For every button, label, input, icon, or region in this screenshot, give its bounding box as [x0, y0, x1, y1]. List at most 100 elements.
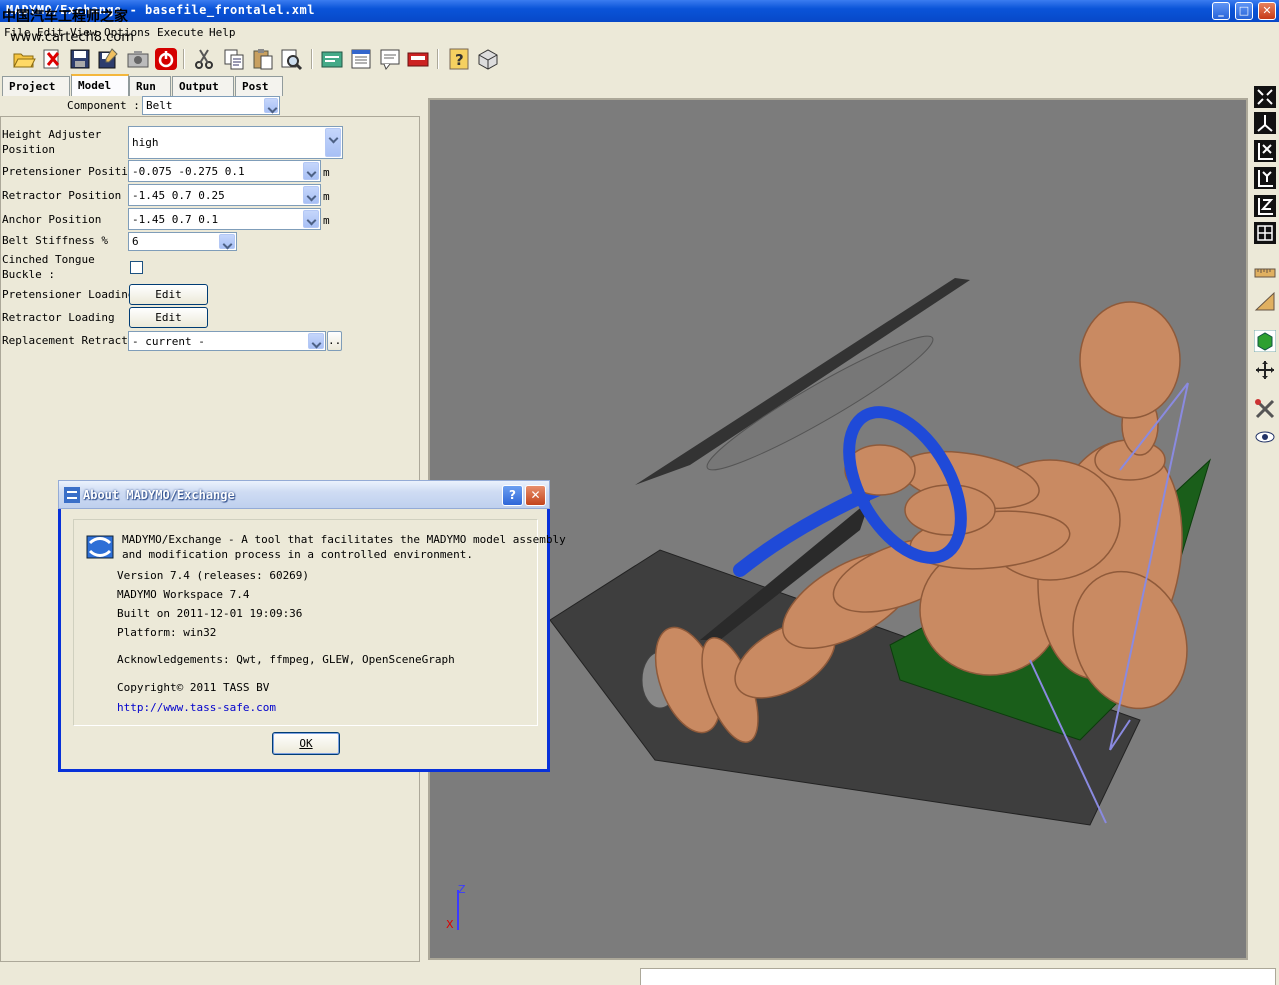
- chevron-down-icon: [308, 333, 324, 349]
- pretensioner-position-input[interactable]: -0.075 -0.275 0.1: [128, 160, 321, 182]
- menu-bar: File Edit View Options Execute Help www.…: [0, 22, 1279, 45]
- belt-stiffness-select[interactable]: 6: [128, 232, 237, 251]
- ruler-icon[interactable]: [1254, 262, 1276, 284]
- power-icon[interactable]: [154, 47, 178, 71]
- move-icon[interactable]: [1254, 359, 1276, 381]
- about-copyright: Copyright© 2011 TASS BV: [117, 681, 270, 694]
- close-button[interactable]: ✕: [1258, 2, 1276, 20]
- svg-text:?: ?: [455, 51, 464, 69]
- camera-icon[interactable]: [126, 47, 150, 71]
- tab-project[interactable]: Project: [2, 76, 70, 96]
- close-dialog-button[interactable]: ✕: [525, 485, 546, 506]
- about-workspace: MADYMO Workspace 7.4: [117, 588, 250, 601]
- save-icon[interactable]: [68, 47, 92, 71]
- status-bar: [640, 968, 1276, 985]
- menu-help[interactable]: Help: [209, 26, 236, 39]
- axes-icon[interactable]: [1254, 112, 1276, 134]
- view-x-icon[interactable]: [1254, 140, 1276, 162]
- about-dialog-titlebar[interactable]: About MADYMO/Exchange ? ✕: [58, 480, 550, 509]
- toolbar-separator: [311, 49, 313, 69]
- view-toolbar: [1252, 74, 1279, 474]
- cinched-tongue-label: Cinched Tongue Buckle :: [2, 253, 95, 281]
- unit-label: m: [323, 214, 330, 227]
- component-value: Belt: [146, 99, 173, 112]
- title-bar: MADYMO/Exchange - basefile_frontalel.xml…: [0, 0, 1279, 25]
- cut-icon[interactable]: [192, 47, 216, 71]
- anchor-position-value: -1.45 0.7 0.1: [132, 213, 219, 226]
- tab-model[interactable]: Model: [71, 74, 129, 97]
- record-icon[interactable]: [406, 47, 430, 71]
- message-icon[interactable]: [378, 47, 402, 71]
- chevron-down-icon: [303, 186, 319, 204]
- chevron-down-icon: [325, 128, 341, 157]
- help-button[interactable]: ?: [502, 485, 523, 506]
- about-version: Version 7.4 (releases: 60269): [117, 569, 310, 582]
- pretensioner-position-label: Pretensioner Position: [2, 165, 142, 178]
- retractor-position-label: Retractor Position: [2, 189, 122, 202]
- pretensioner-loading-label: Pretensioner Loading: [2, 288, 135, 301]
- height-adjuster-select[interactable]: high: [128, 126, 343, 159]
- cinched-tongue-checkbox[interactable]: [130, 261, 143, 274]
- menu-execute[interactable]: Execute: [157, 26, 203, 39]
- help-icon[interactable]: ?: [447, 47, 471, 71]
- 3d-viewport[interactable]: Z X: [428, 98, 1248, 960]
- run-icon[interactable]: [320, 47, 344, 71]
- retractor-loading-edit-button[interactable]: Edit: [129, 307, 208, 328]
- find-icon[interactable]: [279, 47, 303, 71]
- about-dialog-title: About MADYMO/Exchange: [83, 488, 235, 502]
- grid-icon[interactable]: [1254, 222, 1276, 244]
- tab-run[interactable]: Run: [129, 76, 171, 96]
- about-url-link[interactable]: http://www.tass-safe.com: [117, 701, 276, 714]
- package-icon[interactable]: [476, 47, 500, 71]
- main-toolbar: ?: [0, 43, 1279, 73]
- replacement-retractor-select[interactable]: - current -: [128, 331, 326, 351]
- component-select[interactable]: Belt: [142, 96, 280, 115]
- replacement-retractor-label: Replacement Retractor: [2, 334, 142, 347]
- about-acknowledgements: Acknowledgements: Qwt, ffmpeg, GLEW, Ope…: [117, 653, 455, 666]
- tab-post[interactable]: Post: [235, 76, 283, 96]
- axis-z-label: Z: [458, 883, 466, 896]
- chevron-down-icon: [303, 162, 319, 180]
- toolbar-separator: [437, 49, 439, 69]
- chevron-down-icon: [219, 234, 235, 249]
- unit-label: m: [323, 166, 330, 179]
- view-z-icon[interactable]: [1254, 195, 1276, 217]
- about-description-line-1: MADYMO/Exchange - A tool that facilitate…: [122, 533, 566, 546]
- ok-button[interactable]: OK: [272, 732, 340, 755]
- browse-retractor-button[interactable]: ..: [327, 331, 342, 351]
- retractor-position-value: -1.45 0.7 0.25: [132, 189, 225, 202]
- axis-x-label: X: [446, 918, 454, 931]
- angle-icon[interactable]: [1254, 290, 1276, 312]
- tools-icon[interactable]: [1254, 398, 1276, 420]
- about-description-line-2: and modification process in a controlled…: [122, 548, 473, 561]
- tab-output[interactable]: Output: [172, 76, 234, 96]
- retractor-loading-label: Retractor Loading: [2, 311, 115, 324]
- maximize-button[interactable]: □: [1235, 2, 1253, 20]
- list-icon[interactable]: [349, 47, 373, 71]
- belt-stiffness-label: Belt Stiffness %: [2, 234, 108, 247]
- save-as-icon[interactable]: [96, 47, 120, 71]
- about-built: Built on 2011-12-01 19:09:36: [117, 607, 303, 620]
- app-icon: [64, 487, 80, 503]
- belt-stiffness-value: 6: [132, 235, 139, 248]
- retractor-position-input[interactable]: -1.45 0.7 0.25: [128, 184, 321, 206]
- madymo-logo-icon: [86, 535, 114, 559]
- fit-view-icon[interactable]: [1254, 86, 1276, 108]
- unit-label: m: [323, 190, 330, 203]
- pretensioner-loading-edit-button[interactable]: Edit: [129, 284, 208, 305]
- view-y-icon[interactable]: [1254, 167, 1276, 189]
- cube-icon[interactable]: [1254, 330, 1276, 352]
- anchor-position-input[interactable]: -1.45 0.7 0.1: [128, 208, 321, 230]
- eye-icon[interactable]: [1254, 426, 1276, 448]
- copy-icon[interactable]: [222, 47, 246, 71]
- chevron-down-icon: [303, 210, 319, 228]
- chevron-down-icon: [264, 98, 278, 113]
- replacement-retractor-value: - current -: [132, 335, 205, 348]
- minimize-button[interactable]: _: [1212, 2, 1230, 20]
- anchor-position-label: Anchor Position: [2, 213, 102, 226]
- paste-icon[interactable]: [251, 47, 275, 71]
- about-content: MADYMO/Exchange - A tool that facilitate…: [73, 519, 566, 726]
- pretensioner-position-value: -0.075 -0.275 0.1: [132, 165, 245, 178]
- close-file-icon[interactable]: [40, 47, 64, 71]
- open-folder-icon[interactable]: [12, 47, 36, 71]
